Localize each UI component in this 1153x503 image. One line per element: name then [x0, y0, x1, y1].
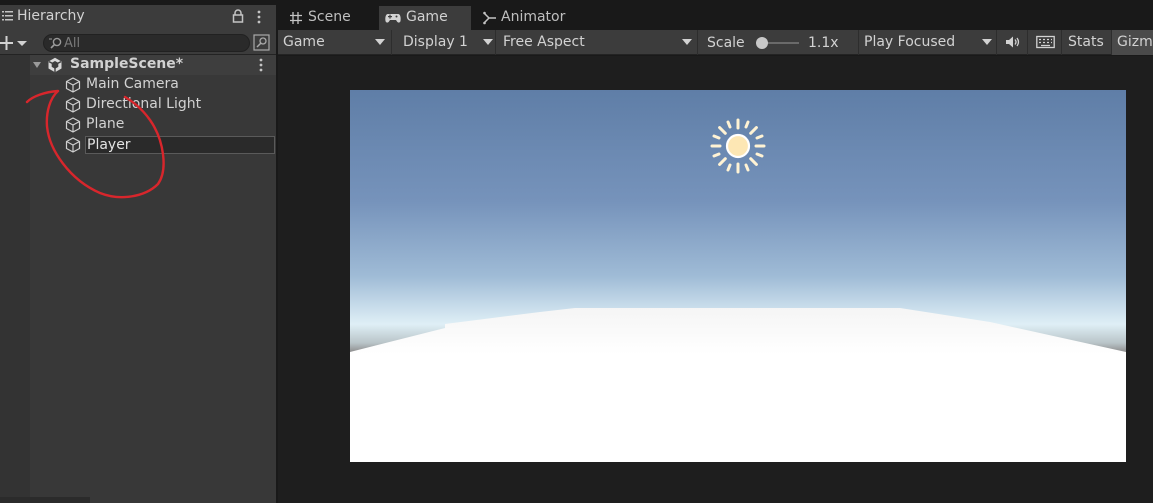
view-mode-dropdown[interactable]: Game	[278, 30, 392, 55]
game-toolbar: Game Display 1 Free Aspect Scale 1.1x Pl…	[278, 30, 1153, 55]
tab-animator-label: Animator	[501, 9, 566, 25]
gameobject-cube-icon	[65, 97, 81, 113]
hierarchy-scrollbar[interactable]	[0, 497, 90, 503]
hierarchy-tab-label: Hierarchy	[17, 8, 85, 24]
hierarchy-search[interactable]	[43, 34, 250, 52]
expand-arrow-icon[interactable]	[32, 60, 42, 70]
scale-control: Scale 1.1x	[700, 30, 859, 55]
gameobject-label: Directional Light	[86, 96, 202, 112]
lock-icon[interactable]	[232, 9, 244, 23]
editor-tab-bar: Scene Game Animator	[278, 0, 1153, 30]
game-viewport[interactable]	[350, 90, 1126, 462]
scale-value: 1.1x	[808, 35, 839, 51]
mute-audio-button[interactable]	[998, 30, 1028, 55]
aspect-label: Free Aspect	[503, 34, 585, 50]
list-icon	[2, 11, 13, 21]
speaker-icon	[1006, 36, 1020, 48]
chevron-down-icon	[682, 39, 692, 45]
gameobject-cube-icon	[65, 137, 81, 153]
view-mode-label: Game	[283, 34, 325, 50]
chevron-down-icon	[982, 39, 992, 45]
chevron-down-icon	[375, 39, 385, 45]
gameobject-row-plane[interactable]: Plane	[30, 115, 276, 135]
create-dropdown-button[interactable]	[0, 33, 30, 53]
stats-label: Stats	[1068, 34, 1104, 50]
scene-name: SampleScene*	[70, 56, 184, 72]
tab-animator[interactable]: Animator	[476, 6, 586, 30]
hierarchy-tab-bar: Hierarchy	[0, 0, 276, 30]
tab-game[interactable]: Game	[379, 6, 471, 30]
gameobject-label: Main Camera	[86, 76, 179, 92]
tab-game-label: Game	[406, 9, 448, 25]
unity-scene-icon	[48, 57, 62, 73]
search-icon	[49, 37, 62, 49]
gameobject-row-player[interactable]	[30, 135, 276, 155]
stats-button[interactable]: Stats	[1062, 30, 1112, 55]
gameobject-row-directional-light[interactable]: Directional Light	[30, 95, 276, 115]
sun-icon	[710, 118, 766, 174]
scene-row[interactable]: SampleScene*	[30, 55, 276, 75]
hierarchy-tab[interactable]: Hierarchy	[0, 5, 276, 30]
game-view-area	[278, 56, 1153, 503]
hierarchy-kebab-icon[interactable]	[254, 9, 264, 25]
gizmos-label: Gizmos	[1117, 34, 1153, 50]
hierarchy-search-input[interactable]	[64, 35, 244, 51]
scale-label: Scale	[707, 35, 745, 51]
game-panel: Scene Game Animator Game Display 1 Free …	[278, 0, 1153, 503]
play-mode-label: Play Focused	[864, 34, 956, 50]
scene-kebab-icon[interactable]	[257, 57, 265, 73]
tab-scene-label: Scene	[308, 9, 351, 25]
tab-scene[interactable]: Scene	[282, 6, 378, 30]
play-mode-dropdown[interactable]: Play Focused	[859, 30, 997, 55]
hierarchy-gutter	[0, 55, 30, 503]
keyboard-icon	[1036, 35, 1055, 49]
chevron-down-icon	[483, 39, 493, 45]
display-label: Display 1	[403, 34, 468, 50]
shortcuts-button[interactable]	[1029, 30, 1062, 55]
gameobject-label: Plane	[86, 116, 125, 132]
hierarchy-panel: Hierarchy All SampleScene* Main Camera D…	[0, 0, 276, 503]
gamepad-icon	[385, 14, 401, 23]
gameobject-cube-icon	[65, 77, 81, 93]
search-options-icon[interactable]	[253, 34, 270, 51]
display-dropdown[interactable]: Display 1	[398, 30, 496, 55]
scale-slider-handle[interactable]	[756, 37, 768, 49]
animator-icon	[483, 11, 496, 25]
hash-icon	[290, 12, 302, 24]
gameobject-cube-icon	[65, 117, 81, 133]
aspect-dropdown[interactable]: Free Aspect	[498, 30, 698, 55]
gameobject-row-main-camera[interactable]: Main Camera	[30, 75, 276, 95]
hierarchy-toolbar	[0, 30, 276, 55]
gizmos-button[interactable]: Gizmos	[1112, 30, 1153, 55]
rename-field[interactable]	[85, 136, 275, 154]
